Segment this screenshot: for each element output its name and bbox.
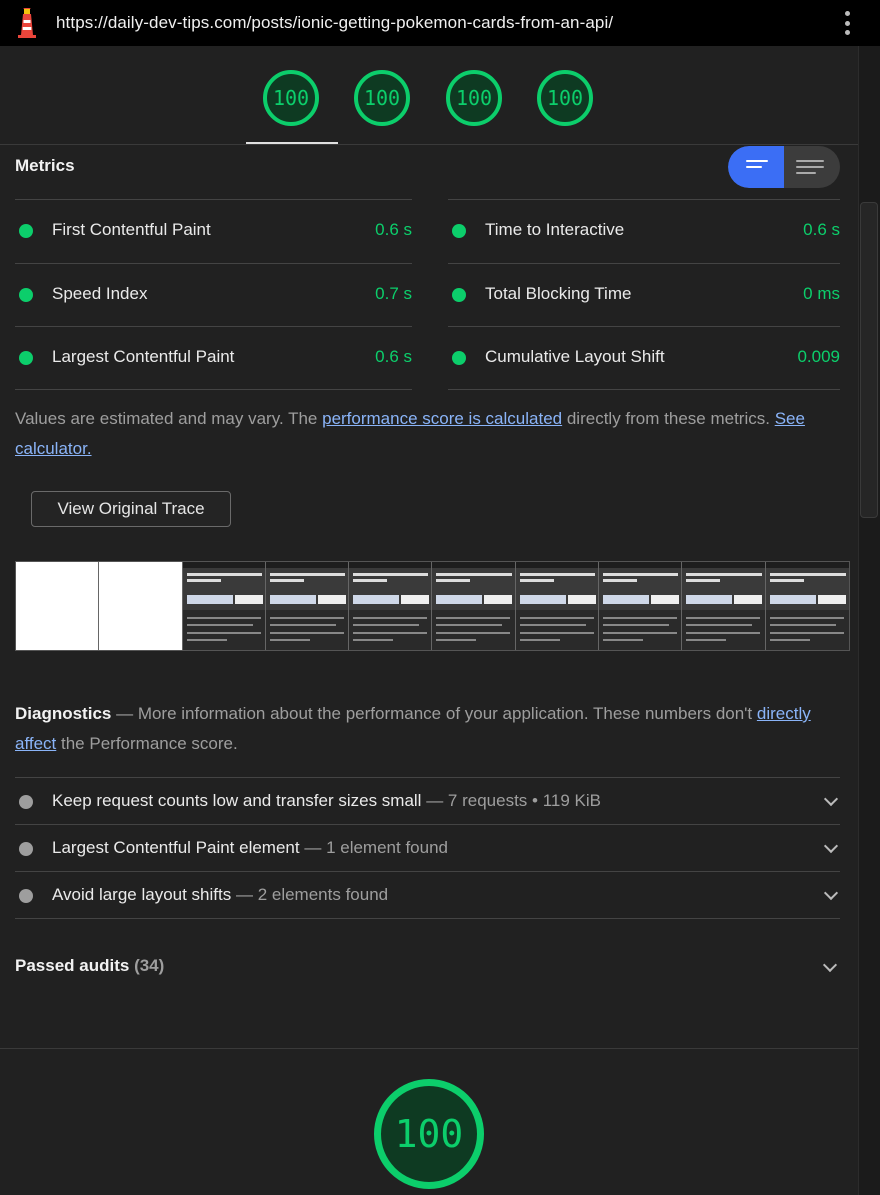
audit-label: Keep request counts low and transfer siz…: [52, 791, 601, 810]
lighthouse-icon: [14, 6, 40, 38]
filmstrip-frame: [16, 562, 100, 650]
metrics-heading: Metrics: [15, 156, 75, 175]
metric-lcp: Largest Contentful Paint 0.6 s: [15, 326, 412, 389]
filmstrip-frame: [99, 562, 183, 650]
address-bar: https://daily-dev-tips.com/posts/ionic-g…: [0, 0, 880, 46]
metric-value: 0.7 s: [375, 284, 412, 303]
audit-label: Avoid large layout shifts — 2 elements f…: [52, 885, 389, 904]
metric-value: 0 ms: [803, 284, 840, 303]
scrollbar-thumb[interactable]: [860, 202, 878, 518]
metrics-view-toggle[interactable]: [728, 146, 840, 188]
metric-value: 0.6 s: [375, 220, 412, 239]
gauge-performance[interactable]: 100: [263, 70, 319, 126]
metric-value: 0.6 s: [803, 220, 840, 239]
metric-tbt: Total Blocking Time 0 ms: [448, 263, 840, 326]
info-indicator-icon: [19, 842, 33, 856]
metric-speed-index: Speed Index 0.7 s: [15, 263, 412, 326]
metric-label: Total Blocking Time: [485, 284, 632, 303]
diagnostics-text: More information about the performance o…: [137, 704, 757, 723]
note-text: directly from these metrics.: [562, 409, 775, 428]
more-menu-icon[interactable]: [844, 11, 850, 35]
filmstrip: [15, 561, 850, 651]
separator: —: [111, 704, 138, 723]
audit-item[interactable]: Keep request counts low and transfer siz…: [15, 777, 840, 824]
metric-label: Speed Index: [52, 284, 148, 303]
divider: [0, 1048, 858, 1049]
audit-label: Largest Contentful Paint element — 1 ele…: [52, 838, 448, 857]
view-original-trace-button[interactable]: View Original Trace: [31, 491, 231, 527]
pass-indicator-icon: [452, 351, 466, 365]
pass-indicator-icon: [19, 351, 33, 365]
long-lines-icon: [796, 160, 824, 178]
filmstrip-frame: [349, 562, 433, 650]
gauge-accessibility[interactable]: 100: [354, 70, 410, 126]
diagnostics-intro: Diagnostics — More information about the…: [15, 699, 835, 759]
metric-value: 0.009: [797, 347, 840, 366]
filmstrip-frame: [515, 562, 600, 650]
diagnostics-heading: Diagnostics: [15, 704, 112, 723]
short-lines-icon: [746, 160, 768, 178]
metric-label: Largest Contentful Paint: [52, 347, 235, 366]
divider: [0, 144, 858, 145]
chevron-down-icon[interactable]: [823, 838, 839, 854]
metric-label: First Contentful Paint: [52, 220, 211, 239]
chevron-down-icon[interactable]: [823, 885, 839, 901]
filmstrip-frame: [599, 562, 683, 650]
score-gauges: 100 100 100 100: [0, 70, 858, 130]
info-indicator-icon: [19, 795, 33, 809]
metric-cls: Cumulative Layout Shift 0.009: [448, 326, 840, 389]
audit-item[interactable]: Avoid large layout shifts — 2 elements f…: [15, 871, 840, 918]
passed-audits-label: Passed audits: [15, 956, 130, 975]
performance-score-gauge: 100: [374, 1079, 484, 1189]
report-panel: 100 100 100 100 Metrics First Contentful…: [0, 46, 858, 1195]
filmstrip-frame: [682, 562, 766, 650]
pass-indicator-icon: [19, 288, 33, 302]
divider: [15, 918, 840, 919]
gauge-seo[interactable]: 100: [537, 70, 593, 126]
passed-audits-count: (34): [134, 956, 165, 975]
filmstrip-frame: [432, 562, 516, 650]
metric-label: Time to Interactive: [485, 220, 625, 239]
diagnostics-text: the Performance score.: [56, 734, 238, 753]
info-indicator-icon: [19, 889, 33, 903]
gauge-best-practices[interactable]: 100: [446, 70, 502, 126]
metric-fcp: First Contentful Paint 0.6 s: [15, 199, 412, 262]
chevron-down-icon[interactable]: [822, 957, 838, 973]
audit-item[interactable]: Largest Contentful Paint element — 1 ele…: [15, 824, 840, 871]
url-text[interactable]: https://daily-dev-tips.com/posts/ionic-g…: [56, 13, 613, 33]
filmstrip-frame: [765, 562, 849, 650]
metric-value: 0.6 s: [375, 347, 412, 366]
filmstrip-frame: [265, 562, 350, 650]
pass-indicator-icon: [452, 288, 466, 302]
passed-audits-toggle[interactable]: Passed audits (34): [15, 956, 164, 976]
metric-tti: Time to Interactive 0.6 s: [448, 199, 840, 262]
pass-indicator-icon: [452, 224, 466, 238]
divider: [15, 389, 412, 390]
score-calculated-link[interactable]: performance score is calculated: [322, 409, 562, 428]
metrics-note: Values are estimated and may vary. The p…: [15, 404, 835, 464]
metric-label: Cumulative Layout Shift: [485, 347, 665, 366]
filmstrip-frame: [182, 562, 266, 650]
pass-indicator-icon: [19, 224, 33, 238]
divider: [448, 389, 840, 390]
note-text: Values are estimated and may vary. The: [15, 409, 323, 428]
chevron-down-icon[interactable]: [823, 791, 839, 807]
